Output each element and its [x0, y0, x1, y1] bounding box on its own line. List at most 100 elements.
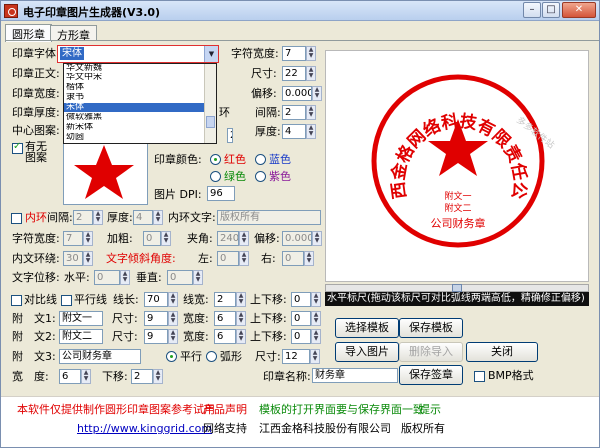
color-radio-green[interactable] — [210, 171, 221, 182]
font-option[interactable]: 新宋体 — [64, 123, 204, 132]
font-option[interactable]: 华文中宋 — [64, 73, 204, 82]
ruler-move-spinner[interactable]: 0 ▲ ▼ — [291, 292, 321, 307]
horizontal-spinner[interactable]: 0 ▲ ▼ — [94, 270, 130, 285]
horizontal-label: 水平: — [64, 271, 90, 284]
thickness2-spinner[interactable]: 4 ▲ ▼ — [282, 124, 316, 139]
copyright-label: 版权所有 — [401, 422, 445, 435]
seal-sub-text3: 公司财务章 — [431, 216, 486, 230]
center-pattern-preview[interactable] — [63, 136, 148, 205]
down-shift-label: 下移: — [102, 370, 128, 383]
offset-spinner[interactable]: 0.000 ▲ ▼ — [282, 86, 322, 101]
tip-link[interactable]: 提示 — [419, 403, 441, 417]
maximize-button[interactable]: □ — [542, 2, 560, 18]
size-spinner[interactable]: 22 ▲ ▼ — [282, 66, 316, 81]
sub-text1-size-label: 尺寸: — [112, 312, 138, 325]
line-length-spinner[interactable]: 70 ▲ ▼ — [144, 292, 178, 307]
compare-line-checkbox[interactable] — [11, 295, 22, 306]
bmp-format-checkbox[interactable] — [474, 371, 485, 382]
font-option[interactable]: 微软雅黑 — [64, 113, 204, 122]
font-option[interactable]: 楷体 — [64, 83, 204, 92]
svg-text:江西金格网络科技有限责任公司: 江西金格网络科技有限责任公司 — [326, 51, 530, 200]
spacing-spinner[interactable]: 2 ▲ ▼ — [282, 105, 316, 120]
product-statement-link[interactable]: 产品声明 — [203, 403, 247, 417]
chevron-down-icon[interactable]: ▼ — [204, 46, 218, 62]
char-width-spinner[interactable]: 7 ▲ ▼ — [282, 46, 316, 61]
font-dropdown-list: 华文新魏 华文中宋 楷体 隶书 宋体 微软雅黑 新宋体 幼圆 — [63, 63, 217, 144]
line-width-spinner[interactable]: 2 ▲ ▼ — [214, 292, 246, 307]
select-template-button[interactable]: 选择模板 — [335, 318, 399, 338]
website-link[interactable]: http://www.kinggrid.com — [77, 422, 212, 436]
down-shift-spinner[interactable]: 2 ▲ ▼ — [131, 369, 163, 384]
title-bar[interactable]: 电子印章图片生成器(V3.0) – □ ✕ — [1, 1, 599, 21]
sub-text3-label: 附 文3: — [12, 350, 56, 363]
parallel-line-checkbox[interactable] — [61, 295, 72, 306]
sub-text2-size-label: 尺寸: — [112, 330, 138, 343]
font-option-selected[interactable]: 宋体 — [64, 103, 204, 112]
sub-text1-input[interactable]: 附文一 — [59, 311, 103, 326]
parallel-radio[interactable] — [166, 351, 177, 362]
left-spinner[interactable]: 0 ▲ ▼ — [217, 251, 249, 266]
import-image-button[interactable]: 导入图片 — [335, 342, 399, 362]
arc-radio[interactable] — [206, 351, 217, 362]
ruler-move-label: 上下移: — [250, 293, 287, 306]
inner-text-label: 内环文字: — [168, 211, 216, 224]
vertical-spinner[interactable]: 0 ▲ ▼ — [167, 270, 203, 285]
save-template-button[interactable]: 保存模板 — [399, 318, 463, 338]
inner-spacing-spinner[interactable]: 2 ▲ ▼ — [73, 210, 103, 225]
dropdown-scrollbar[interactable] — [204, 64, 216, 143]
color-radio-blue[interactable] — [255, 154, 266, 165]
seal-app-icon — [4, 4, 18, 18]
dpi-input[interactable]: 96 — [207, 186, 235, 201]
sub-text2-size-spinner[interactable]: 9 ▲ ▼ — [144, 329, 178, 344]
ring-gap-label: 内文环绕: — [12, 252, 60, 265]
company-name-label: 江西金格科技股份有限公司 — [259, 422, 391, 435]
arc-radio-label: 弧形 — [220, 350, 242, 363]
sub-text1-size-spinner[interactable]: 9 ▲ ▼ — [144, 311, 178, 326]
sub-text1-width-spinner[interactable]: 6 ▲ ▼ — [214, 311, 246, 326]
color-radio-purple[interactable] — [255, 171, 266, 182]
color-radio-red[interactable] — [210, 154, 221, 165]
sub-text2-move-spinner[interactable]: 0 ▲ ▼ — [291, 329, 321, 344]
bottom-width-spinner[interactable]: 6 ▲ ▼ — [59, 369, 91, 384]
close-button[interactable]: 关闭 — [466, 342, 538, 362]
sub-text3-input[interactable]: 公司财务章 — [59, 349, 141, 364]
inner-ring-label: 内环 — [25, 211, 47, 224]
size-label: 尺寸: — [251, 67, 277, 80]
ruler-thumb[interactable] — [452, 284, 462, 292]
minimize-button[interactable]: – — [523, 2, 541, 18]
bold-spinner[interactable]: 0 ▲ ▼ — [143, 231, 171, 246]
right-spinner[interactable]: 0 ▲ ▼ — [282, 251, 314, 266]
font-option[interactable]: 华文新魏 — [64, 64, 204, 73]
delete-import-button[interactable]: 删除导入 — [399, 342, 463, 362]
font-option[interactable]: 幼圆 — [64, 133, 204, 142]
sub-text3-size-spinner[interactable]: 12 ▲ ▼ — [282, 349, 320, 364]
dropdown-scroll-thumb[interactable] — [206, 116, 215, 128]
save-seal-button[interactable]: 保存签章 — [399, 365, 463, 385]
pattern-width-spinner[interactable]: 2 — [227, 128, 243, 143]
right-label: 右: — [261, 252, 276, 265]
left-label: 左: — [198, 252, 213, 265]
horizontal-ruler[interactable] — [325, 284, 589, 292]
tab-square-seal[interactable]: 方形章 — [50, 25, 97, 42]
sub-text1-move-spinner[interactable]: 0 ▲ ▼ — [291, 311, 321, 326]
inner-text-input[interactable]: 版权所有 — [217, 210, 321, 225]
inner-offset-spinner[interactable]: 0.000 ▲ ▼ — [282, 231, 322, 246]
sub-text2-label: 附 文2: — [12, 330, 56, 343]
dpi-label: 图片 DPI: — [154, 188, 202, 201]
close-window-button[interactable]: ✕ — [562, 2, 596, 18]
font-option[interactable]: 隶书 — [64, 93, 204, 102]
ring-gap-spinner[interactable]: 30 ▲ ▼ — [63, 251, 93, 266]
has-pattern-checkbox[interactable] — [12, 141, 23, 154]
angle-spinner[interactable]: 240 ▲ ▼ — [217, 231, 249, 246]
inner-ring-checkbox[interactable] — [11, 213, 22, 224]
color-purple-label: 紫色 — [269, 170, 291, 183]
inner-thickness-spinner[interactable]: 4 ▲ ▼ — [133, 210, 163, 225]
sub-text2-width-spinner[interactable]: 6 ▲ ▼ — [214, 329, 246, 344]
font-select[interactable]: 宋体 ▼ — [57, 45, 219, 63]
watermark-text: 多多软件站 — [514, 114, 557, 151]
color-green-label: 绿色 — [224, 170, 246, 183]
inner-char-width-spinner[interactable]: 7 ▲ ▼ — [63, 231, 93, 246]
app-window: 电子印章图片生成器(V3.0) – □ ✕ 圆形章 方形章 印章字体: 印章正文… — [0, 0, 600, 448]
sub-text2-input[interactable]: 附文二 — [59, 329, 103, 344]
seal-name-input[interactable]: 财务章 — [312, 368, 398, 383]
